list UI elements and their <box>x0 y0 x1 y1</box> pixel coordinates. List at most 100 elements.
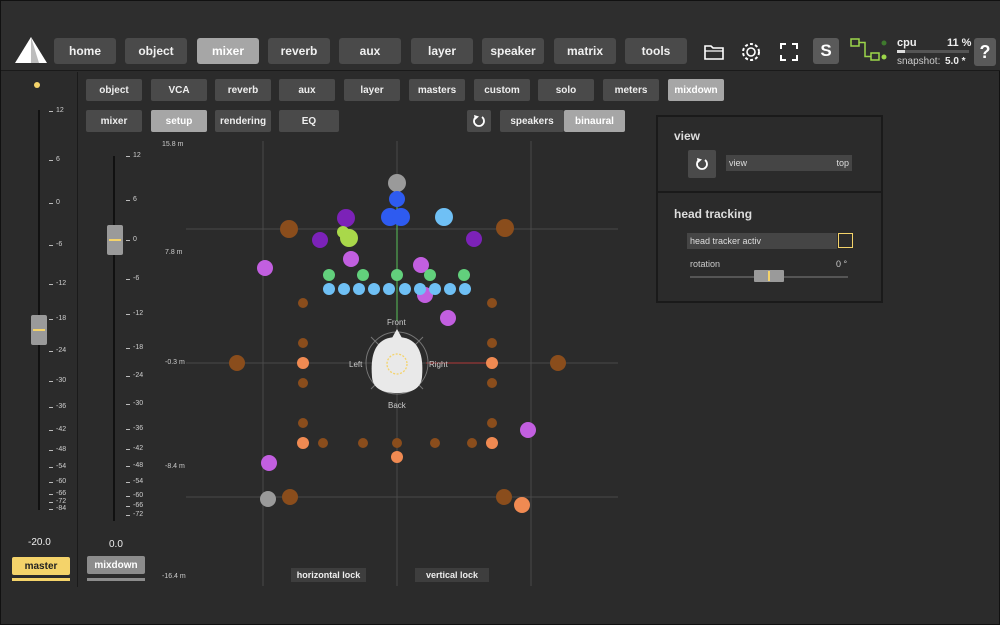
source-dot-brown[interactable] <box>487 378 497 388</box>
tab-meters[interactable]: meters <box>603 79 659 101</box>
source-dot-green[interactable] <box>458 269 470 281</box>
source-dot-brown[interactable] <box>318 438 328 448</box>
source-dot-lightblue[interactable] <box>399 283 411 295</box>
fullscreen-icon[interactable] <box>775 38 803 66</box>
tab-layer[interactable]: layer <box>344 79 400 101</box>
master-fader-track[interactable] <box>38 110 40 510</box>
source-dot-brown[interactable] <box>496 219 514 237</box>
source-dot-green[interactable] <box>391 269 403 281</box>
routing-icon[interactable] <box>849 37 889 65</box>
source-dot-brown[interactable] <box>496 489 512 505</box>
vertical-lock-button[interactable]: vertical lock <box>415 568 489 582</box>
nav-matrix[interactable]: matrix <box>554 38 616 64</box>
source-dot-blue[interactable] <box>392 208 410 226</box>
mode-binaural[interactable]: binaural <box>564 110 625 132</box>
source-dot-brown[interactable] <box>467 438 477 448</box>
source-dot-magenta[interactable] <box>440 310 456 326</box>
source-dot-brown[interactable] <box>392 438 402 448</box>
source-dot-brown[interactable] <box>358 438 368 448</box>
tab-object[interactable]: object <box>86 79 142 101</box>
source-dot-brown[interactable] <box>280 220 298 238</box>
source-dot-lightblue[interactable] <box>459 283 471 295</box>
tab-solo[interactable]: solo <box>538 79 594 101</box>
source-dot-brown[interactable] <box>282 489 298 505</box>
tab-aux[interactable]: aux <box>279 79 335 101</box>
source-dot-orange[interactable] <box>514 497 530 513</box>
mixdown-fader-track[interactable] <box>113 156 115 521</box>
source-dot-orange[interactable] <box>391 451 403 463</box>
source-dot-lime[interactable] <box>337 226 349 238</box>
source-dot-green[interactable] <box>323 269 335 281</box>
source-dot-brown[interactable] <box>298 378 308 388</box>
nav-speaker[interactable]: speaker <box>482 38 544 64</box>
panner-view[interactable] <box>156 141 626 586</box>
source-dot-green[interactable] <box>424 269 436 281</box>
rotation-slider-thumb[interactable] <box>754 270 784 282</box>
source-dot-lightblue[interactable] <box>414 283 426 295</box>
tab-mixer[interactable]: mixer <box>86 110 142 132</box>
source-dot-orange[interactable] <box>297 437 309 449</box>
nav-home[interactable]: home <box>54 38 116 64</box>
source-dot-green[interactable] <box>357 269 369 281</box>
source-dot-lightblue[interactable] <box>429 283 441 295</box>
source-dot-lightblue[interactable] <box>435 208 453 226</box>
source-dot-orange[interactable] <box>297 357 309 369</box>
reset-rotate-icon[interactable] <box>467 110 491 132</box>
horizontal-lock-button[interactable]: horizontal lock <box>291 568 366 582</box>
mode-speakers[interactable]: speakers <box>500 110 564 132</box>
nav-tools[interactable]: tools <box>625 38 687 64</box>
source-dot-magenta[interactable] <box>520 422 536 438</box>
tab-mixdown[interactable]: mixdown <box>668 79 724 101</box>
source-dot-brown[interactable] <box>298 418 308 428</box>
source-dot-magenta[interactable] <box>261 455 277 471</box>
head-tracker-toggle[interactable]: head tracker activ <box>687 233 837 249</box>
view-reset-icon[interactable] <box>688 150 716 178</box>
settings-gear-icon[interactable] <box>737 38 765 66</box>
source-dot-lightblue[interactable] <box>444 283 456 295</box>
source-dot-lightblue[interactable] <box>323 283 335 295</box>
source-dot-brown[interactable] <box>430 438 440 448</box>
master-fader-thumb[interactable] <box>31 315 47 345</box>
tab-reverb[interactable]: reverb <box>215 79 271 101</box>
nav-object[interactable]: object <box>125 38 187 64</box>
source-dot-lightblue[interactable] <box>368 283 380 295</box>
nav-reverb[interactable]: reverb <box>268 38 330 64</box>
nav-aux[interactable]: aux <box>339 38 401 64</box>
mixdown-fader-thumb[interactable] <box>107 225 123 255</box>
source-dot-orange[interactable] <box>486 357 498 369</box>
nav-layer[interactable]: layer <box>411 38 473 64</box>
source-dot-brown[interactable] <box>487 298 497 308</box>
source-dot-lightblue[interactable] <box>383 283 395 295</box>
source-dot-brown[interactable] <box>298 338 308 348</box>
source-dot-orange[interactable] <box>486 437 498 449</box>
tab-masters[interactable]: masters <box>409 79 465 101</box>
open-folder-icon[interactable] <box>700 38 728 66</box>
source-dot-gray[interactable] <box>260 491 276 507</box>
tab-eq[interactable]: EQ <box>279 110 339 132</box>
source-dot-gray[interactable] <box>388 174 406 192</box>
source-dot-purple[interactable] <box>312 232 328 248</box>
source-dot-magenta[interactable] <box>257 260 273 276</box>
mixdown-button[interactable]: mixdown <box>87 556 145 574</box>
source-dot-blue[interactable] <box>389 191 405 207</box>
tab-rendering[interactable]: rendering <box>215 110 271 132</box>
tab-vca[interactable]: VCA <box>151 79 207 101</box>
source-dot-brown[interactable] <box>298 298 308 308</box>
master-button[interactable]: master <box>12 557 70 575</box>
source-dot-brown[interactable] <box>487 418 497 428</box>
source-dot-lightblue[interactable] <box>338 283 350 295</box>
tab-custom[interactable]: custom <box>474 79 530 101</box>
head-tracker-checkbox[interactable] <box>838 233 853 248</box>
source-dot-lightblue[interactable] <box>353 283 365 295</box>
solo-button[interactable]: S <box>813 38 839 64</box>
source-dot-purple[interactable] <box>337 209 355 227</box>
source-dot-magenta[interactable] <box>343 251 359 267</box>
source-dot-brown[interactable] <box>229 355 245 371</box>
tab-setup[interactable]: setup <box>151 110 207 132</box>
source-dot-brown[interactable] <box>550 355 566 371</box>
source-dot-purple[interactable] <box>466 231 482 247</box>
source-dot-brown[interactable] <box>487 338 497 348</box>
view-select[interactable]: view top <box>726 155 852 171</box>
listener-head[interactable] <box>365 329 429 395</box>
nav-mixer[interactable]: mixer <box>197 38 259 64</box>
